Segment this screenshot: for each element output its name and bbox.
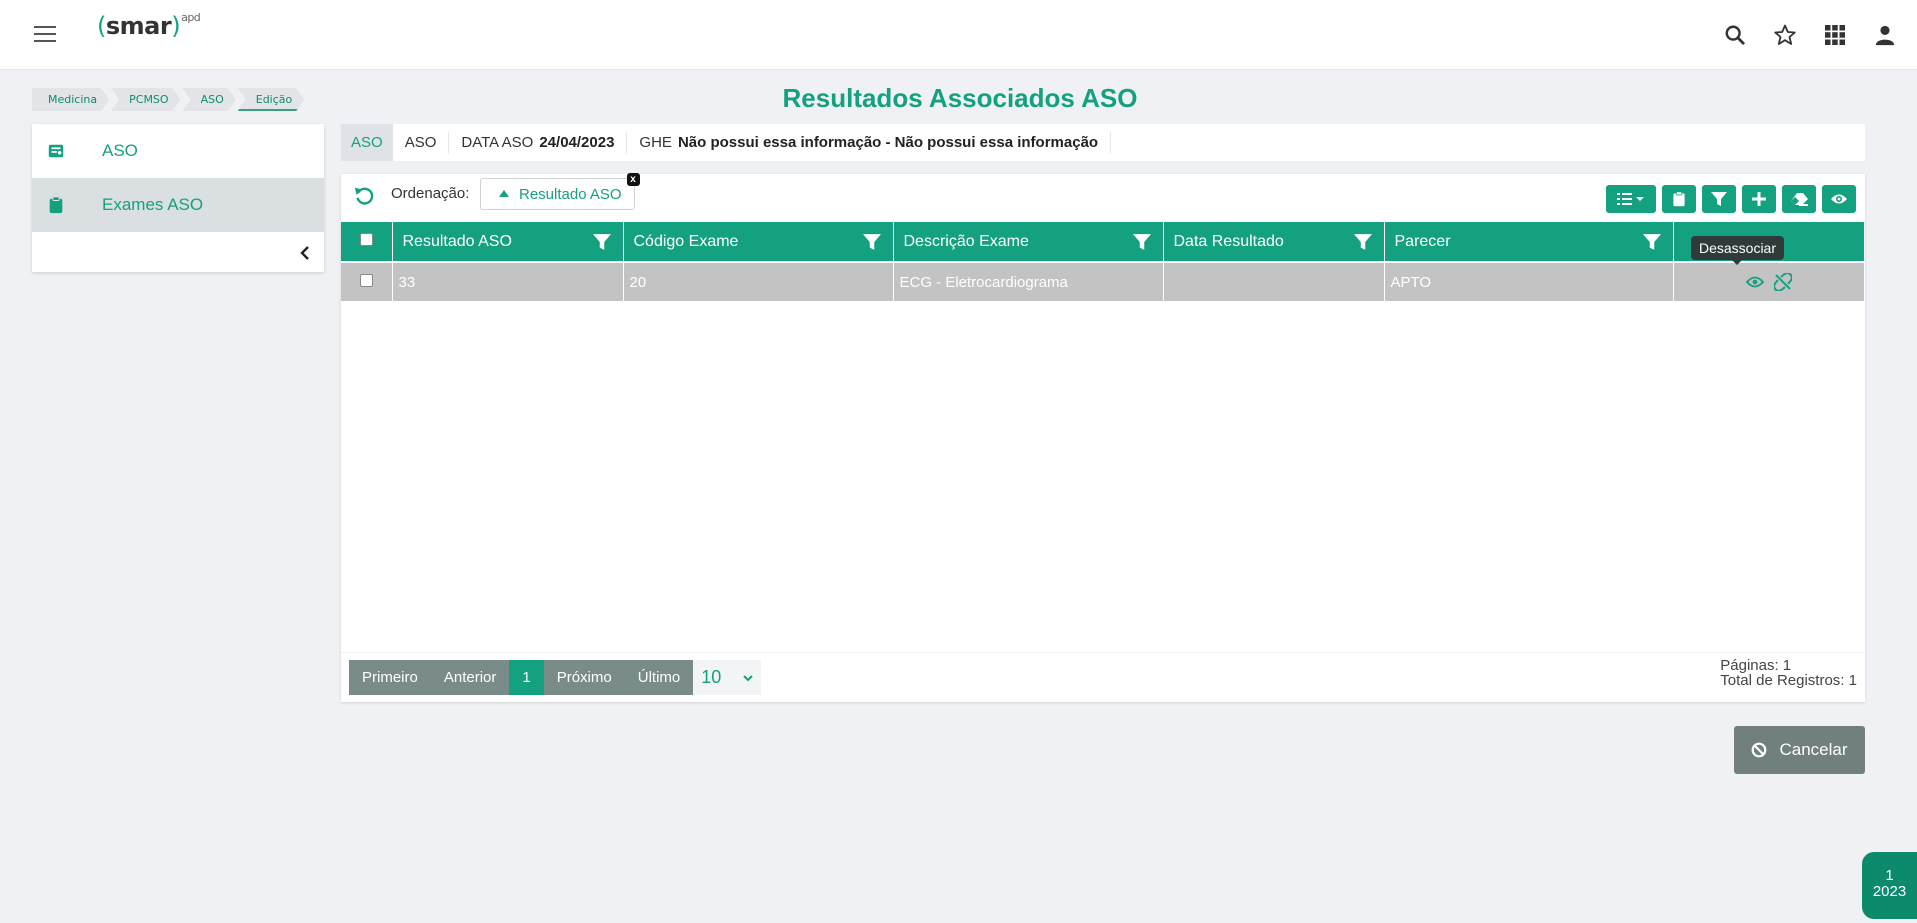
select-all-header (341, 222, 393, 262)
data-aso: DATA ASO 24/04/2023 (449, 131, 628, 154)
cell-actions (1673, 261, 1865, 301)
year-badge[interactable]: 1 2023 (1862, 852, 1917, 919)
aso-icon (44, 139, 68, 163)
star-icon[interactable] (1773, 23, 1797, 47)
breadcrumb-edicao[interactable]: Edição (238, 88, 305, 111)
results-table: Resultado ASO Código Exame Descrição Exa… (341, 222, 1865, 301)
chevron-left-icon[interactable] (294, 242, 316, 264)
total-records: Total de Registros: 1 (1720, 672, 1857, 689)
breadcrumb-aso[interactable]: ASO (183, 88, 236, 111)
eraser-button[interactable] (1782, 185, 1816, 213)
sidebar-item-exames-aso[interactable]: Exames ASO (32, 178, 324, 232)
ban-icon (1752, 742, 1767, 758)
breadcrumb-medicina[interactable]: Medicina (32, 88, 109, 111)
eye-icon[interactable] (1745, 273, 1764, 291)
chevron-down-icon (743, 674, 753, 681)
cell-codigo: 20 (623, 261, 894, 301)
pagination: Primeiro Anterior 1 Próximo Último 10 (349, 660, 762, 695)
cell-parecer: APTO (1384, 261, 1674, 301)
table-row[interactable]: 33 20 ECG - Eletrocardiograma APTO (341, 261, 1865, 301)
col-resultado-aso[interactable]: Resultado ASO (392, 222, 624, 262)
ordering-chip[interactable]: Resultado ASO x (480, 173, 640, 210)
breadcrumb-pcmso[interactable]: PCMSO (111, 88, 180, 111)
user-icon[interactable] (1873, 23, 1897, 47)
filter-icon[interactable] (1642, 233, 1661, 251)
page-size-select[interactable]: 10 (693, 660, 762, 695)
column-list-button[interactable] (1606, 185, 1656, 213)
sidebar-item-aso[interactable]: ASO (32, 124, 324, 178)
toolbar (1606, 185, 1856, 213)
page-title: Resultados Associados ASO (782, 83, 1138, 113)
apps-grid-icon[interactable] (1823, 23, 1847, 47)
unlink-icon[interactable] (1773, 273, 1792, 291)
cell-data (1163, 261, 1385, 301)
filter-button[interactable] (1702, 185, 1736, 213)
search-icon[interactable] (1723, 23, 1747, 47)
logo[interactable]: (smar)apd (97, 11, 201, 40)
breadcrumb: Medicina PCMSO ASO Edição (32, 88, 306, 111)
aso-label: ASO (393, 131, 450, 154)
clipboard-button[interactable] (1662, 185, 1696, 213)
col-data-resultado[interactable]: Data Resultado (1163, 222, 1385, 262)
ordering-chip-label: Resultado ASO (519, 185, 622, 203)
page-next-button[interactable]: Próximo (543, 660, 625, 695)
aso-info-bar: ASO ASO DATA ASO 24/04/2023 GHE Não possui… (341, 124, 1865, 161)
caret-up-icon (499, 190, 509, 197)
tab-aso[interactable]: ASO (341, 124, 393, 161)
cell-resultado: 33 (392, 261, 624, 301)
filter-icon[interactable] (1353, 233, 1372, 251)
filter-icon[interactable] (592, 233, 611, 251)
filter-icon[interactable] (1132, 233, 1151, 251)
col-codigo-exame[interactable]: Código Exame (623, 222, 894, 262)
cancel-button[interactable]: Cancelar (1734, 726, 1865, 774)
page-prev-button[interactable]: Anterior (430, 660, 510, 695)
filter-icon[interactable] (862, 233, 881, 251)
clipboard-icon (44, 193, 68, 217)
col-descricao-exame[interactable]: Descrição Exame (893, 222, 1164, 262)
sidebar-item-label: ASO (102, 141, 138, 160)
top-bar: (smar)apd (0, 0, 1917, 70)
unlink-tooltip: Desassociar (1690, 236, 1784, 265)
sidebar-item-label: Exames ASO (102, 195, 204, 214)
ordering-label: Ordenação: (391, 185, 470, 202)
cell-descricao: ECG - Eletrocardiograma (893, 261, 1164, 301)
page-first-button[interactable]: Primeiro (349, 660, 431, 695)
view-button[interactable] (1822, 185, 1856, 213)
sidebar: ASO Exames ASO (32, 124, 324, 272)
col-parecer[interactable]: Parecer (1384, 222, 1674, 262)
pages-count: Páginas: 1 (1720, 657, 1792, 674)
chip-close-icon[interactable]: x (626, 173, 640, 186)
page-current-button[interactable]: 1 (509, 660, 544, 695)
undo-icon[interactable] (353, 184, 375, 206)
results-card: Ordenação: Resultado ASO x Resultado ASO… (341, 173, 1865, 702)
ghe-info: GHE Não possui essa informação - Não poss… (627, 131, 1112, 154)
add-button[interactable] (1742, 185, 1776, 213)
menu-icon[interactable] (34, 26, 56, 44)
divider (341, 652, 1865, 653)
pagination-info: Páginas: 1 Total de Registros: 1 (1720, 658, 1857, 688)
page-last-button[interactable]: Último (624, 660, 694, 695)
select-all-checkbox[interactable] (359, 232, 373, 246)
row-checkbox[interactable] (359, 273, 373, 287)
